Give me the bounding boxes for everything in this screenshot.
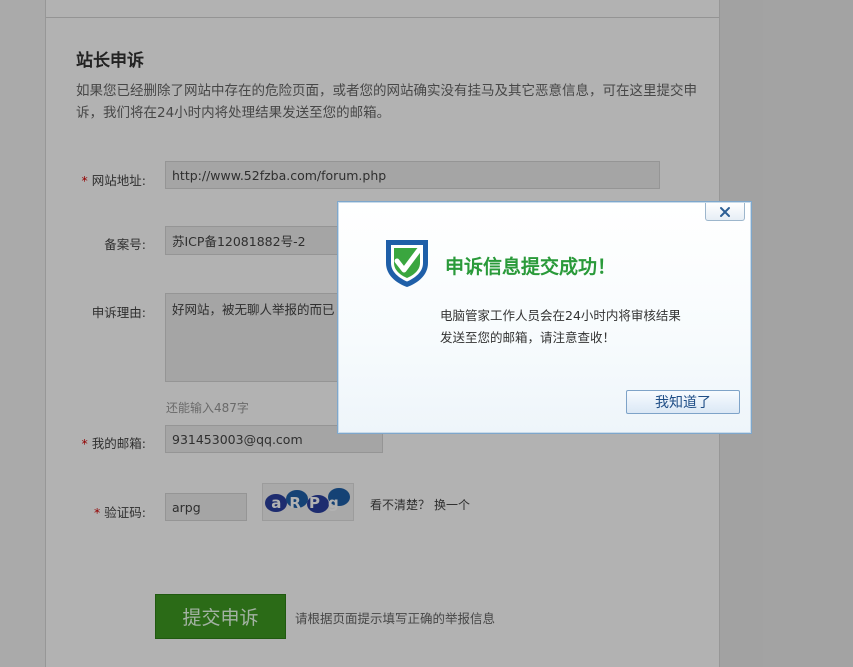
- success-dialog: 申诉信息提交成功！ 电脑管家工作人员会在24小时内将审核结果 发送至您的邮箱，请…: [337, 201, 752, 434]
- dialog-ok-button[interactable]: 我知道了: [626, 390, 740, 414]
- close-icon: [720, 206, 730, 217]
- dialog-message: 电脑管家工作人员会在24小时内将审核结果 发送至您的邮箱，请注意查收！: [440, 305, 720, 349]
- dialog-title: 申诉信息提交成功！: [445, 256, 617, 278]
- shield-check-icon: [386, 240, 428, 287]
- dialog-message-line1: 电脑管家工作人员会在24小时内将审核结果: [440, 308, 681, 323]
- dialog-message-line2: 发送至您的邮箱，请注意查收！: [440, 330, 616, 345]
- dialog-close-button[interactable]: [705, 203, 745, 221]
